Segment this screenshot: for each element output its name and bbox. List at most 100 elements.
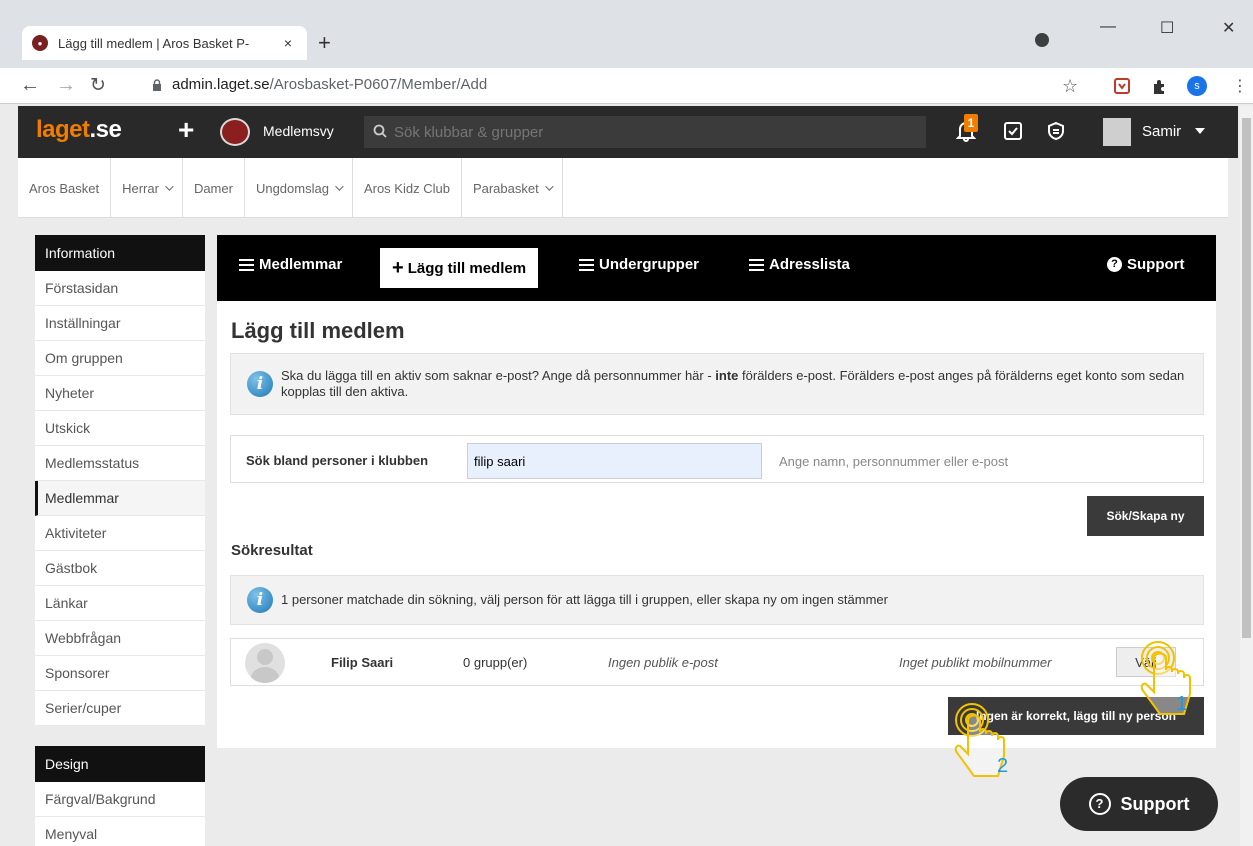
club-menu-item[interactable]: Aros Basket (18, 158, 112, 218)
window-close-button[interactable]: ✕ (1222, 18, 1235, 38)
club-menu-label: Aros Kidz Club (363, 180, 450, 196)
user-menu-chevron-down-icon[interactable] (1195, 128, 1205, 134)
sidebar-item-menyval[interactable]: Menyval (35, 817, 205, 846)
sidebar: Information Förstasidan Inställningar Om g… (35, 235, 205, 846)
sidebar-item-inställningar[interactable]: Inställningar (35, 306, 205, 341)
club-navigation: Aros Basket Herrar Damer Ungdomslag Aros Kid… (18, 158, 1228, 218)
search-create-button[interactable]: Sök/Skapa ny (1087, 496, 1204, 536)
club-menu-label: Damer (193, 180, 233, 196)
club-menu-item[interactable]: Parabasket (462, 158, 563, 218)
tab-subgroups-label: Undergrupper (599, 256, 700, 273)
forward-arrow-icon[interactable]: → (56, 74, 76, 97)
member-search-box: Sök bland personer i klubben Ange namn, … (230, 435, 1204, 483)
club-favicon-icon: ● (32, 35, 48, 51)
person-avatar (245, 643, 285, 683)
results-info-box: i 1 personer matchade din sökning, välj … (230, 575, 1204, 625)
chevron-down-icon (544, 182, 554, 191)
bookmark-star-icon[interactable]: ☆ (1062, 76, 1078, 97)
address-bar: ← → ↻ admin.laget.se/Arosbasket-P0607/Me… (0, 68, 1253, 104)
browser-menu-icon[interactable]: ⋮ (1232, 76, 1248, 96)
sidebar-item-färgval-bakgrund[interactable]: Färgval/Bakgrund (35, 782, 205, 817)
maximize-button[interactable]: ☐ (1160, 18, 1174, 38)
browser-tab[interactable]: ● Lägg till medlem | Aros Basket P- × (22, 26, 307, 60)
club-menu-item[interactable]: Ungdomslag (245, 158, 353, 218)
question-circle-icon: ? (1088, 793, 1111, 815)
profile-avatar[interactable]: s (1187, 76, 1207, 96)
club-search-input[interactable] (364, 116, 926, 148)
minimize-button[interactable]: — (1100, 18, 1116, 36)
page-scrollbar[interactable] (1240, 106, 1253, 846)
club-menu-item[interactable]: Damer (183, 158, 245, 218)
user-avatar[interactable] (1103, 118, 1131, 146)
club-menu-item[interactable]: Herrar (111, 158, 183, 218)
search-icon (373, 124, 387, 138)
sidebar-item-länkar[interactable]: Länkar (35, 586, 205, 621)
tab-subgroups[interactable]: Undergrupper (579, 256, 699, 273)
person-mobile: Inget publikt mobilnummer (899, 655, 1052, 670)
plus-icon: + (392, 256, 404, 279)
tab-add-member[interactable]: + Lägg till medlem (380, 248, 539, 288)
url-field[interactable]: admin.laget.se/Arosbasket-P0607/Member/A… (172, 76, 487, 93)
sidebar-heading-information: Information (35, 235, 205, 271)
sidebar-item-serier-cuper[interactable]: Serier/cuper (35, 691, 205, 726)
person-group-count: 0 grupp(er) (463, 655, 528, 670)
tab-title: Lägg till medlem | Aros Basket P- (58, 35, 250, 51)
sidebar-item-aktiviteter[interactable]: Aktiviteter (35, 516, 205, 551)
member-search-input[interactable] (467, 443, 762, 479)
extensions-puzzle-icon[interactable] (1150, 76, 1170, 96)
back-arrow-icon[interactable]: ← (20, 74, 40, 97)
sidebar-item-utskick[interactable]: Utskick (35, 411, 205, 446)
sidebar-item-medlemsstatus[interactable]: Medlemsstatus (35, 446, 205, 481)
user-name[interactable]: Samir (1142, 123, 1181, 140)
support-chat-button[interactable]: ? Support (1060, 777, 1218, 831)
logo-text: laget (36, 116, 90, 143)
member-subnav: Medlemmar + Lägg till medlem Undergrupper… (217, 235, 1216, 301)
tasks-check-icon[interactable] (1003, 121, 1023, 141)
step-number-2: 2 (997, 755, 1009, 777)
notification-badge: 1 (964, 114, 978, 132)
results-info-text: 1 personer matchade din sökning, välj pe… (281, 592, 888, 607)
list-icon (749, 258, 764, 271)
results-title: Sökresultat (231, 542, 313, 559)
admin-shield-icon[interactable] (1046, 121, 1066, 141)
browser-tabbar: ● Lägg till medlem | Aros Basket P- × + … (0, 0, 1253, 68)
email-info-text: Ska du lägga till en aktiv som saknar e-… (281, 368, 1187, 400)
sidebar-item-medlemmar[interactable]: Medlemmar (35, 481, 205, 516)
list-icon (239, 258, 254, 271)
club-menu-label: Herrar (122, 180, 159, 196)
browser-profile-icon[interactable] (1035, 33, 1049, 47)
sidebar-item-sponsorer[interactable]: Sponsorer (35, 656, 205, 691)
new-tab-button[interactable]: + (318, 30, 331, 56)
tab-close-icon[interactable]: × (279, 35, 297, 51)
sidebar-item-förstasidan[interactable]: Förstasidan (35, 271, 205, 306)
person-name: Filip Saari (331, 655, 394, 670)
laget-logo[interactable]: laget.se (36, 116, 122, 144)
main-panel: Medlemmar + Lägg till medlem Undergrupper… (217, 235, 1216, 748)
sidebar-item-om-gruppen[interactable]: Om gruppen (35, 341, 205, 376)
page-title: Lägg till medlem (231, 318, 405, 343)
extension-shield-icon[interactable] (1112, 76, 1132, 96)
url-path: /Arosbasket-P0607/Member/Add (269, 76, 488, 93)
reload-icon[interactable]: ↻ (90, 74, 106, 97)
member-search-label: Sök bland personer i klubben (246, 453, 429, 468)
sidebar-item-gästbok[interactable]: Gästbok (35, 551, 205, 586)
site-topbar: laget.se + Medlemsvy 1 Samir (18, 106, 1238, 158)
sidebar-item-webbfrågan[interactable]: Webbfrågan (35, 621, 205, 656)
create-plus-icon[interactable]: + (178, 114, 194, 146)
scrollbar-thumb[interactable] (1242, 118, 1251, 638)
support-chat-label: Support (1120, 793, 1190, 814)
tab-members[interactable]: Medlemmar (239, 256, 342, 273)
tab-address-list[interactable]: Adresslista (749, 256, 850, 273)
sidebar-item-nyheter[interactable]: Nyheter (35, 376, 205, 411)
support-link[interactable]: ? Support (1107, 256, 1185, 273)
question-icon: ? (1107, 257, 1122, 272)
club-menu-item[interactable]: Aros Kidz Club (353, 158, 462, 218)
club-menu-label: Ungdomslag (255, 180, 329, 196)
member-view-link[interactable]: Medlemsvy (263, 123, 334, 139)
tap-hand-annotation-icon (1140, 641, 1191, 715)
info-text-emphasis: inte (715, 368, 739, 383)
table-row: Filip Saari 0 grupp(er) Ingen publik e-p… (230, 638, 1204, 686)
lock-icon (153, 79, 161, 91)
info-icon: i (247, 587, 273, 613)
club-logo-icon[interactable] (220, 118, 250, 146)
